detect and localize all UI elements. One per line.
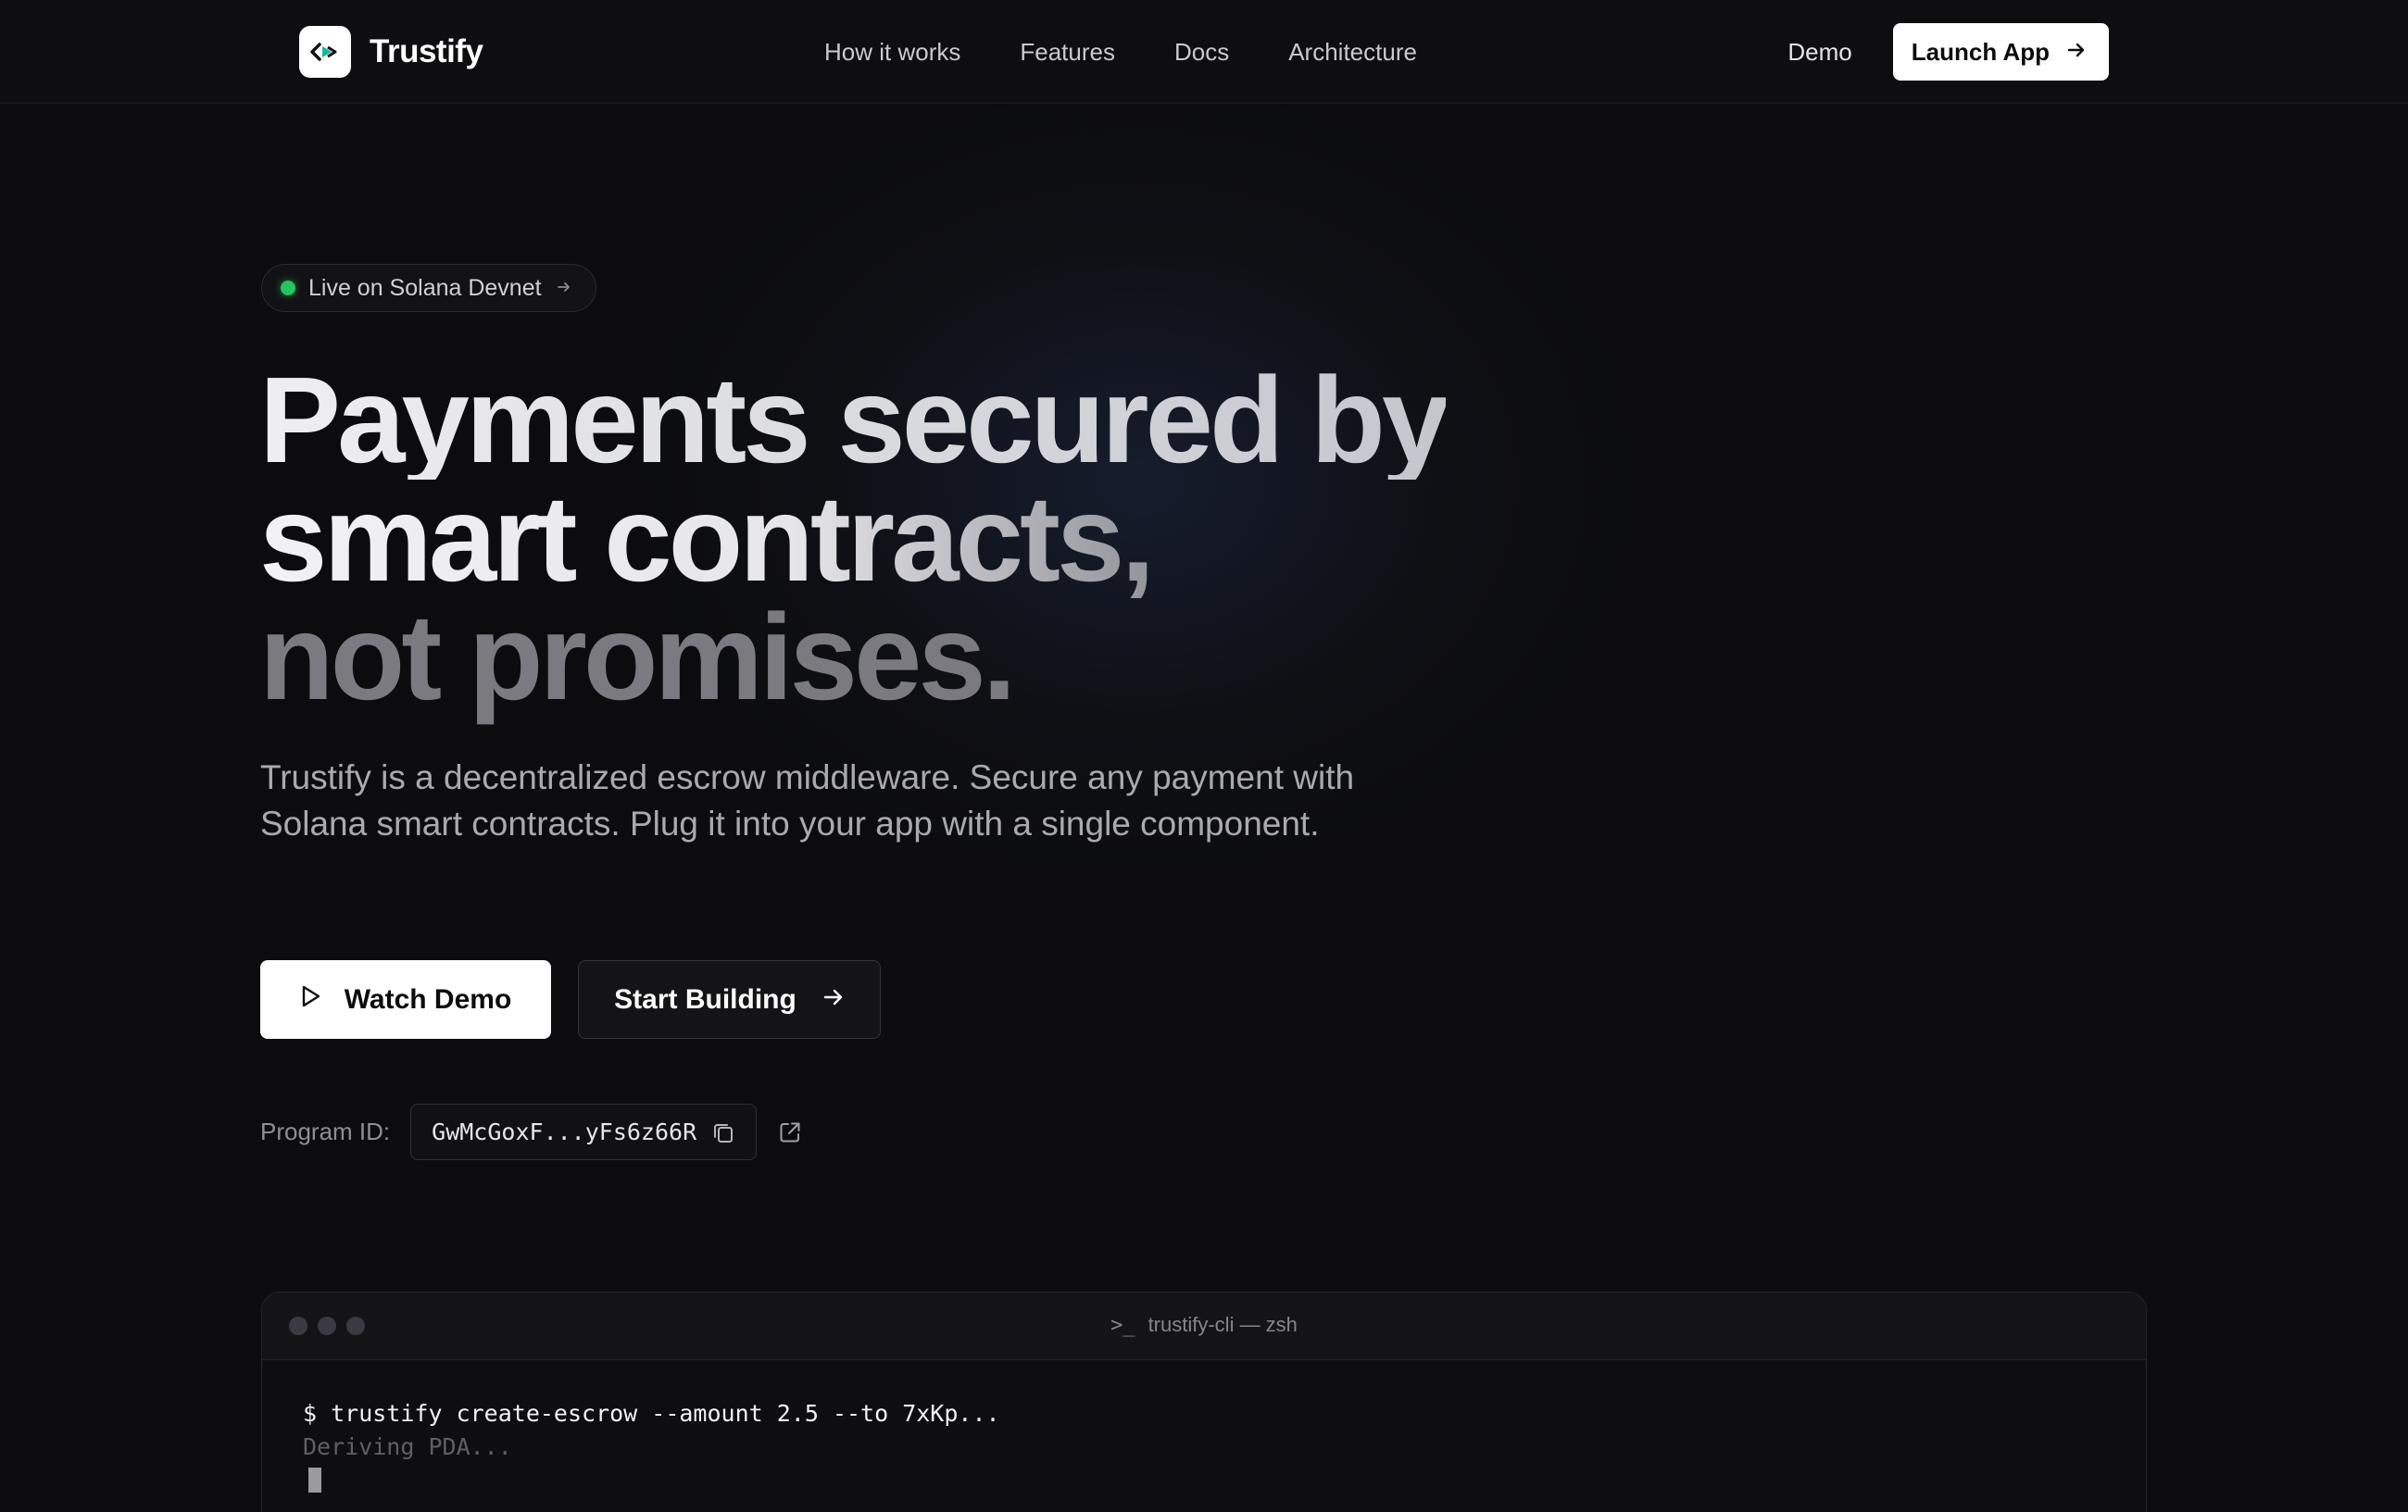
main-nav: How it works Features Docs Architecture xyxy=(824,33,1476,70)
start-building-button[interactable]: Start Building xyxy=(578,960,881,1039)
live-indicator-dot xyxy=(281,281,295,295)
terminal-title: >_ trustify-cli — zsh xyxy=(262,1313,2146,1337)
nav-actions: Demo Launch App xyxy=(1787,23,2109,81)
headline-line-1: Payments secured by xyxy=(259,352,1449,488)
cli-terminal-window: >_ trustify-cli — zsh $ trustify create-e… xyxy=(261,1292,2147,1512)
terminal-command: $ trustify create-escrow --amount 2.5 --… xyxy=(303,1400,1000,1427)
terminal-cursor xyxy=(308,1468,321,1493)
program-id-box: GwMcGoxF...yFs6z66R xyxy=(410,1104,758,1160)
live-status-badge[interactable]: Live on Solana Devnet xyxy=(261,264,596,312)
headline-line-3: not promises. xyxy=(259,589,1016,725)
program-id-row: Program ID: GwMcGoxF...yFs6z66R xyxy=(260,1104,803,1160)
terminal-body: $ trustify create-escrow --amount 2.5 --… xyxy=(262,1360,2146,1512)
nav-link-docs[interactable]: Docs xyxy=(1174,33,1229,70)
nav-link-features[interactable]: Features xyxy=(1020,33,1115,70)
nav-link-architecture[interactable]: Architecture xyxy=(1288,33,1417,70)
brand[interactable]: Trustify xyxy=(299,26,483,78)
program-id-value: GwMcGoxF...yFs6z66R xyxy=(432,1118,697,1145)
watch-demo-button[interactable]: Watch Demo xyxy=(260,960,551,1039)
badge-text: Live on Solana Devnet xyxy=(308,274,542,301)
launch-app-label: Launch App xyxy=(1911,37,2050,66)
hero-cta-row: Watch Demo Start Building xyxy=(260,960,881,1039)
start-building-label: Start Building xyxy=(614,983,796,1015)
headline-line-2: smart contracts, xyxy=(259,478,1446,600)
launch-app-button[interactable]: Launch App xyxy=(1892,23,2109,81)
terminal-prompt-icon: >_ xyxy=(1110,1314,1135,1337)
watch-demo-label: Watch Demo xyxy=(344,983,512,1015)
terminal-output: Deriving PDA... xyxy=(303,1433,512,1460)
trustify-logo-icon xyxy=(299,26,351,78)
external-link-icon[interactable] xyxy=(777,1119,803,1145)
hero-subtext: Trustify is a decentralized escrow middl… xyxy=(260,758,1355,843)
landing-page: Trustify How it works Features Docs Arch… xyxy=(0,0,2408,1512)
nav-link-how-it-works[interactable]: How it works xyxy=(824,33,960,70)
arrow-right-icon xyxy=(557,276,571,300)
top-navbar: Trustify How it works Features Docs Arch… xyxy=(0,0,2408,104)
nav-demo-link[interactable]: Demo xyxy=(1787,38,1851,67)
arrow-right-icon xyxy=(822,984,845,1016)
hero-headline: Payments secured by smart contracts, not… xyxy=(259,352,1449,725)
copy-icon[interactable] xyxy=(711,1120,735,1144)
brand-name: Trustify xyxy=(370,33,483,69)
terminal-title-text: trustify-cli — zsh xyxy=(1148,1313,1298,1336)
program-id-label: Program ID: xyxy=(260,1118,391,1145)
terminal-title-bar: >_ trustify-cli — zsh xyxy=(262,1293,2146,1360)
arrow-right-icon xyxy=(2066,38,2087,67)
play-icon xyxy=(300,984,322,1016)
